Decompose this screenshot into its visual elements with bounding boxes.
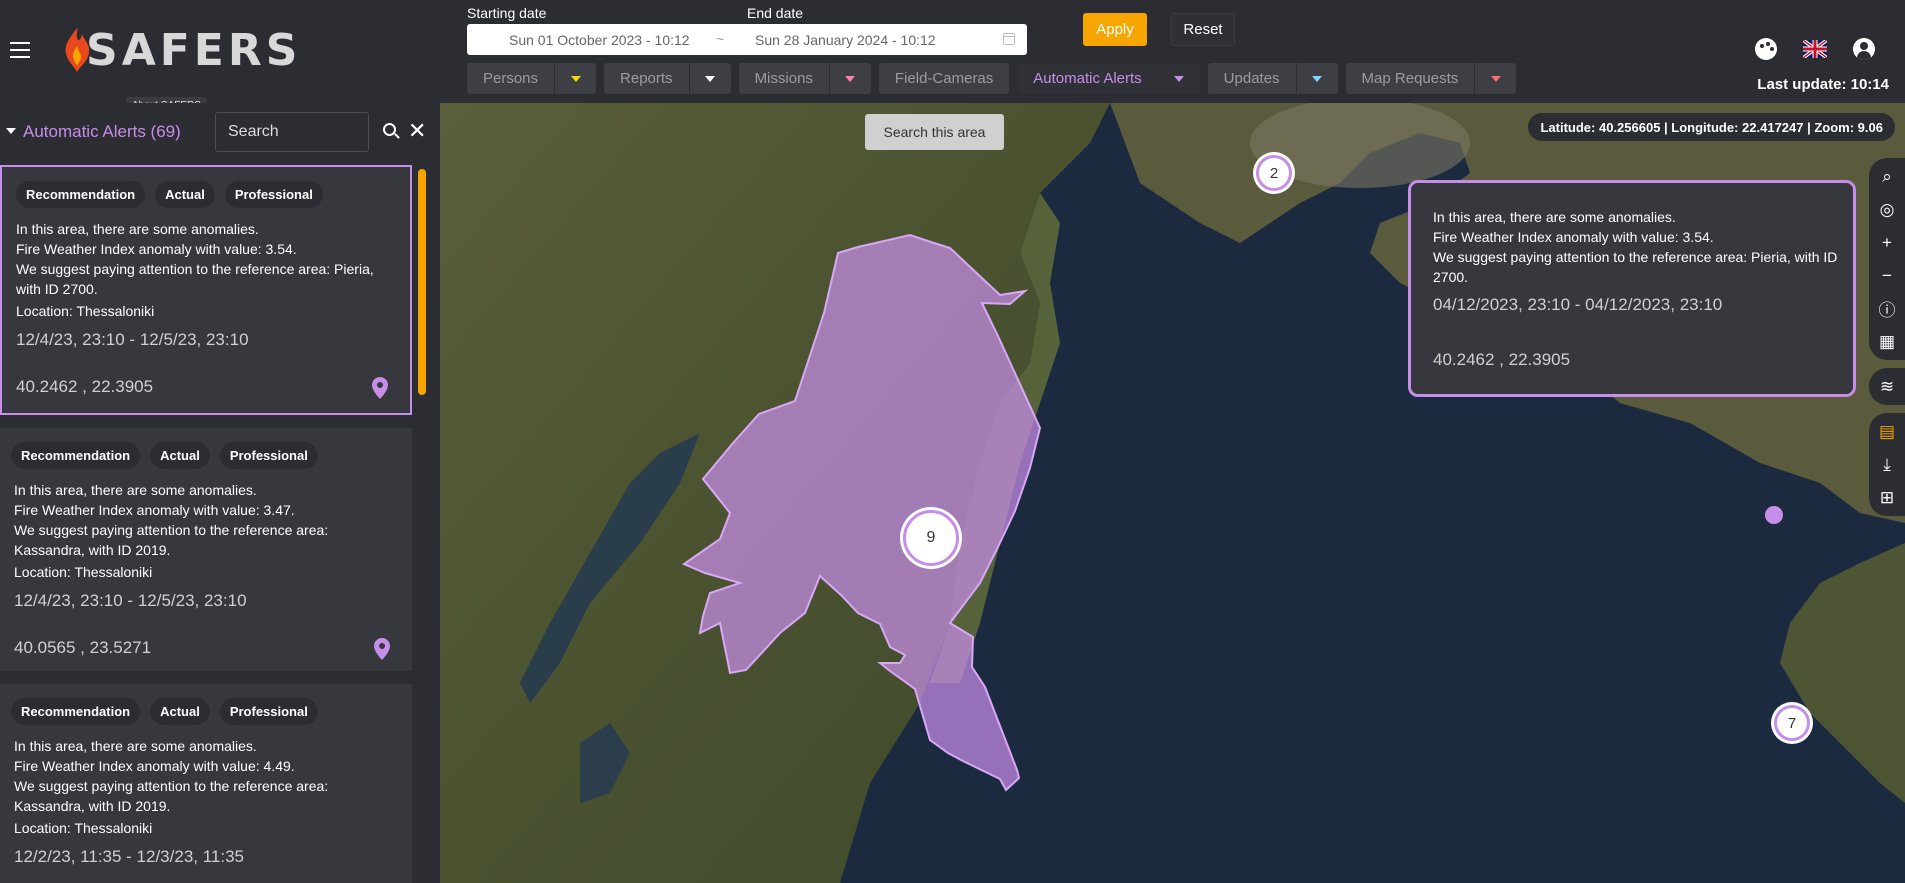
layers-icon[interactable]: ≋	[1869, 370, 1905, 403]
alert-description: In this area, there are some anomalies. …	[14, 482, 329, 558]
search-icon[interactable]: ⌕	[1869, 160, 1905, 193]
end-date-value[interactable]: Sun 28 January 2024 - 10:12	[755, 32, 936, 48]
chip: Actual	[150, 442, 210, 469]
layers-group: ≋	[1869, 368, 1905, 405]
chip: Actual	[155, 181, 215, 208]
chip: Recommendation	[16, 181, 146, 208]
tab-missions[interactable]: Missions	[738, 63, 871, 94]
alert-location: Location: Thessaloniki	[16, 303, 155, 319]
flame-logo-icon	[65, 28, 90, 72]
tab-automatic-alerts[interactable]: Automatic Alerts	[1017, 63, 1200, 94]
safers-logo[interactable]: SAFERS	[62, 24, 301, 76]
zoom-in-icon[interactable]: +	[1869, 226, 1905, 259]
chevron-down-icon[interactable]	[828, 63, 871, 94]
data-tools-group: ▤ ⤓ ⊞	[1869, 413, 1905, 516]
logo-text: SAFERS	[86, 24, 302, 76]
alert-location: Location: Thessaloniki	[14, 820, 153, 836]
date-range-picker[interactable]: Sun 01 October 2023 - 10:12 ~ Sun 28 Jan…	[467, 24, 1027, 55]
alert-description: In this area, there are some anomalies. …	[16, 221, 374, 297]
chip-list: Recommendation Actual Professional	[11, 442, 318, 469]
download-icon[interactable]: ⤓	[1869, 448, 1905, 481]
search-this-area-button[interactable]: Search this area	[865, 114, 1004, 150]
chip: Professional	[219, 698, 318, 725]
map-toolbar: ⌕ ◎ + − ⓘ ▦ ≋ ▤ ⤓ ⊞	[1869, 158, 1905, 524]
palette-icon[interactable]	[1755, 38, 1777, 60]
chip: Professional	[224, 181, 323, 208]
account-icon[interactable]	[1853, 38, 1875, 60]
alert-time: 12/4/23, 23:10 - 12/5/23, 23:10	[16, 330, 249, 349]
map-marker[interactable]	[1765, 506, 1783, 524]
alert-card[interactable]: Recommendation Actual Professional In th…	[0, 684, 412, 883]
apply-button[interactable]: Apply	[1083, 13, 1147, 46]
locate-icon[interactable]: ◎	[1869, 193, 1905, 226]
table-icon[interactable]: ▤	[1869, 415, 1905, 448]
cluster-count[interactable]: 7	[1774, 705, 1810, 741]
start-date-label: Starting date	[467, 5, 547, 21]
alert-coordinates: 40.0565 , 23.5271	[14, 638, 152, 657]
map-pin-icon[interactable]	[372, 377, 388, 399]
zoom-out-icon[interactable]: −	[1869, 259, 1905, 292]
reset-button[interactable]: Reset	[1171, 13, 1235, 46]
alert-location: Location: Thessaloniki	[14, 564, 153, 580]
map-cluster[interactable]: 9	[900, 507, 962, 569]
chip: Recommendation	[11, 442, 141, 469]
alert-time: 12/4/23, 23:10 - 12/5/23, 23:10	[14, 591, 247, 610]
alert-description: In this area, there are some anomalies. …	[14, 738, 329, 814]
chip: Professional	[219, 442, 318, 469]
alert-card[interactable]: Recommendation Actual Professional In th…	[0, 165, 412, 415]
calendar-icon[interactable]	[1003, 33, 1015, 45]
alert-card[interactable]: Recommendation Actual Professional In th…	[0, 428, 412, 671]
chip: Actual	[150, 698, 210, 725]
basemap-icon[interactable]: ▦	[1869, 325, 1905, 358]
last-update: Last update: 10:14	[1757, 76, 1889, 93]
layer-tabs: Persons Reports Missions Field-Cameras A…	[467, 63, 1524, 94]
date-separator: ~	[716, 31, 725, 47]
tab-persons[interactable]: Persons	[467, 63, 597, 94]
chevron-down-icon[interactable]	[688, 63, 731, 94]
cluster-count[interactable]: 2	[1256, 155, 1292, 191]
popup-description: In this area, there are some anomalies. …	[1433, 209, 1838, 285]
tab-reports[interactable]: Reports	[604, 63, 731, 94]
alert-time: 12/2/23, 11:35 - 12/3/23, 11:35	[14, 847, 244, 866]
search-input[interactable]	[215, 112, 369, 152]
sidebar-scrollbar[interactable]	[418, 169, 426, 395]
chip-list: Recommendation Actual Professional	[11, 698, 318, 725]
end-date-label: End date	[747, 5, 804, 21]
top-header: SAFERS About SAFERS Starting date End da…	[0, 0, 1905, 114]
chevron-down-icon[interactable]	[1157, 63, 1200, 94]
chevron-down-icon[interactable]	[1474, 63, 1516, 94]
tab-field-cameras[interactable]: Field-Cameras	[878, 63, 1010, 94]
sidebar-header: Automatic Alerts (69) ✕	[0, 103, 440, 163]
grid-icon[interactable]: ⊞	[1869, 481, 1905, 514]
coordinates-readout: Latitude: 40.256605 | Longitude: 22.4172…	[1528, 113, 1895, 141]
map-controls-group: ⌕ ◎ + − ⓘ ▦	[1869, 158, 1905, 360]
header-icons	[1755, 38, 1875, 60]
map-view[interactable]: Search this area Latitude: 40.256605 | L…	[440, 103, 1905, 883]
sidebar-title[interactable]: Automatic Alerts (69)	[23, 122, 181, 142]
collapse-caret-icon[interactable]	[6, 128, 16, 134]
tab-map-requests[interactable]: Map Requests	[1345, 63, 1517, 94]
alerts-sidebar: Automatic Alerts (69) ✕ Recommendation A…	[0, 103, 440, 883]
chevron-down-icon[interactable]	[1295, 63, 1338, 94]
close-icon[interactable]: ✕	[408, 120, 426, 142]
chip: Recommendation	[11, 698, 141, 725]
alert-popup[interactable]: In this area, there are some anomalies. …	[1408, 180, 1856, 397]
chevron-down-icon[interactable]	[554, 63, 596, 94]
map-cluster[interactable]: 2	[1253, 152, 1295, 194]
cluster-count[interactable]: 9	[903, 510, 959, 566]
info-icon[interactable]: ⓘ	[1869, 292, 1905, 325]
start-date-value[interactable]: Sun 01 October 2023 - 10:12	[509, 32, 690, 48]
menu-icon[interactable]	[10, 42, 30, 58]
search-icon[interactable]	[383, 123, 396, 136]
alert-coordinates: 40.2462 , 22.3905	[16, 377, 154, 396]
uk-flag-icon[interactable]	[1803, 40, 1827, 58]
tab-updates[interactable]: Updates	[1207, 63, 1338, 94]
map-cluster[interactable]: 7	[1771, 702, 1813, 744]
popup-coordinates: 40.2462 , 22.3905	[1433, 350, 1571, 369]
map-pin-icon[interactable]	[374, 638, 390, 660]
chip-list: Recommendation Actual Professional	[16, 181, 323, 208]
popup-time: 04/12/2023, 23:10 - 04/12/2023, 23:10	[1433, 295, 1723, 314]
